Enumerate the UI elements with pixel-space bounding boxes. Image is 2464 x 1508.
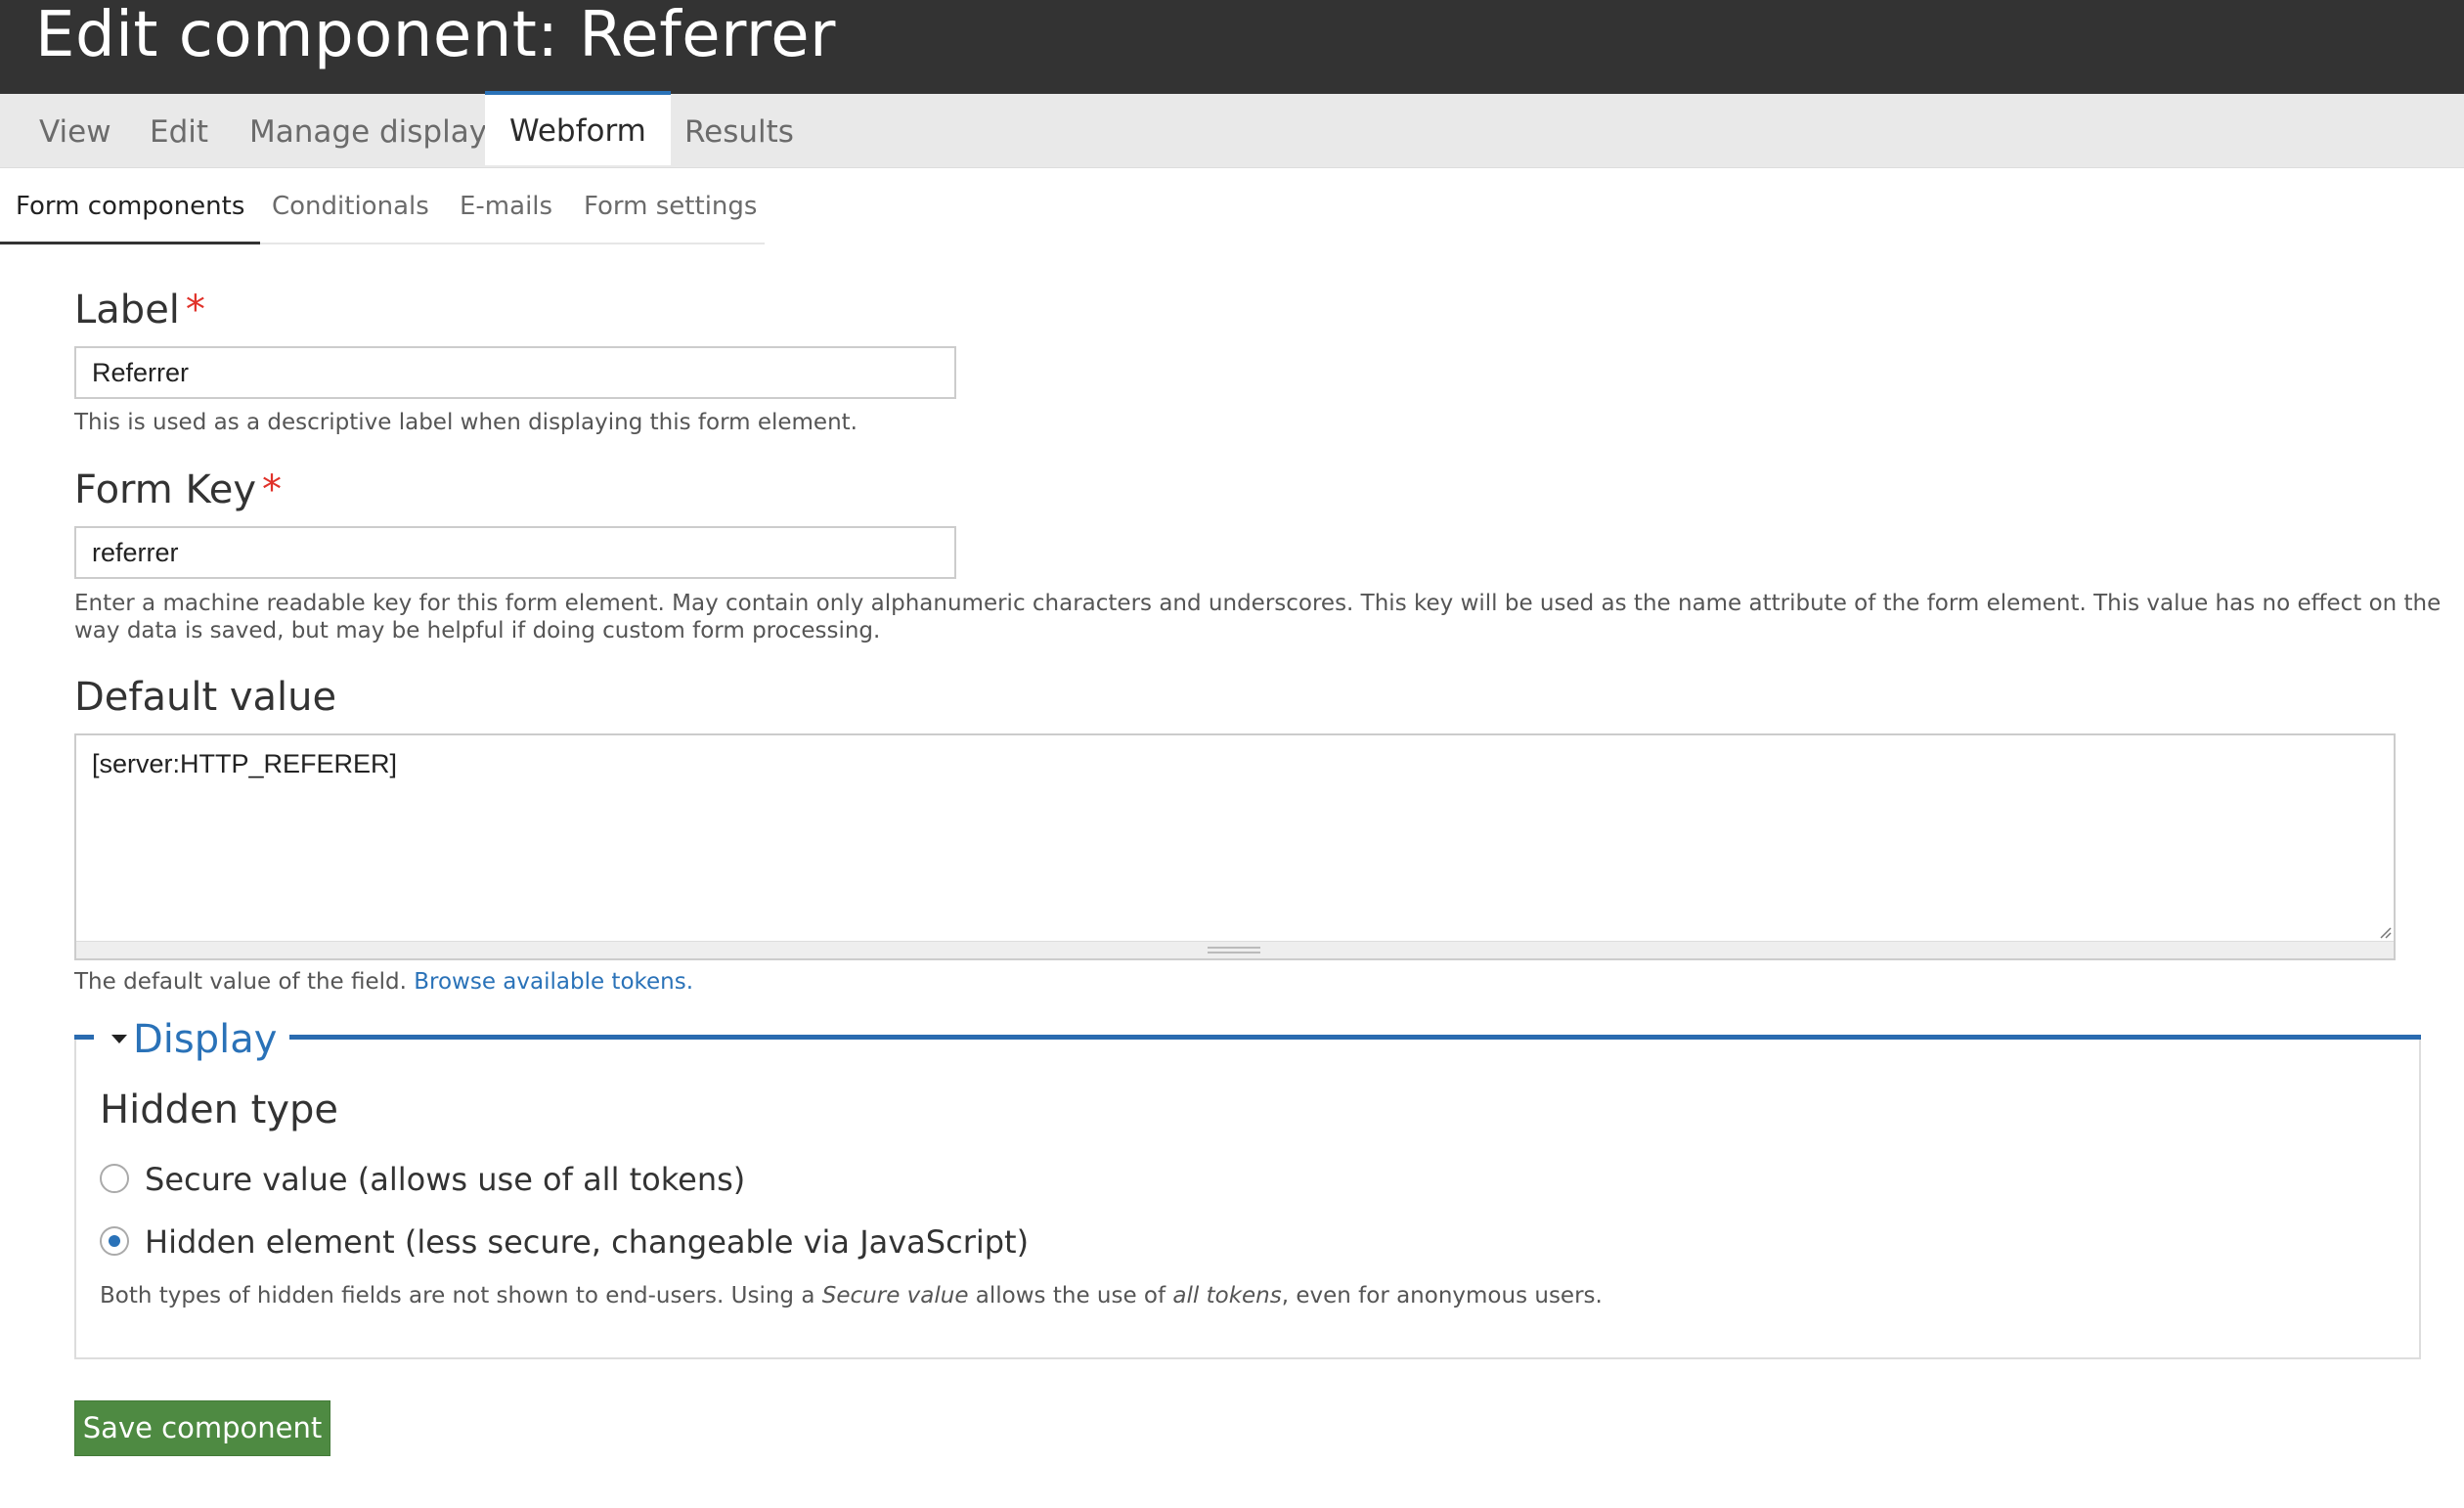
- label-field-label-text: Label: [74, 288, 180, 333]
- secondary-tabs: Form components Conditionals E-mails For…: [0, 168, 765, 244]
- hidden-type-description-em2: all tokens: [1172, 1283, 1282, 1308]
- form-key-field-label-text: Form Key: [74, 467, 256, 512]
- label-input[interactable]: [74, 346, 956, 399]
- resize-corner-icon[interactable]: [2378, 925, 2392, 939]
- radio-button[interactable]: [100, 1164, 129, 1193]
- hidden-type-description-em1: Secure value: [821, 1283, 969, 1308]
- fieldset-top-border-left: [74, 1035, 94, 1040]
- radio-button[interactable]: [100, 1226, 129, 1256]
- tab-e-mails[interactable]: E-mails: [460, 168, 552, 243]
- form-key-description: Enter a machine readable key for this fo…: [74, 590, 2441, 644]
- required-marker: *: [262, 467, 282, 512]
- grippie-handle-icon: [1208, 947, 1260, 954]
- hidden-type-description: Both types of hidden fields are not show…: [100, 1282, 1603, 1309]
- tab-results[interactable]: Results: [684, 94, 794, 167]
- tab-manage-display[interactable]: Manage display: [249, 94, 487, 167]
- hidden-type-description-part1: Both types of hidden fields are not show…: [100, 1283, 815, 1308]
- fieldset-top-border-right: [289, 1035, 2421, 1040]
- default-value-label: Default value: [74, 675, 337, 720]
- form-key-field-label: Form Key *: [74, 466, 282, 514]
- default-value-description-text: The default value of the field.: [74, 969, 407, 995]
- radio-label: Hidden element (less secure, changeable …: [145, 1223, 1030, 1261]
- save-component-button[interactable]: Save component: [74, 1400, 330, 1456]
- hidden-type-description-part2: allows the use of: [975, 1283, 1166, 1308]
- display-fieldset-toggle[interactable]: Display: [111, 1015, 277, 1064]
- tab-conditionals[interactable]: Conditionals: [272, 168, 429, 243]
- page-header: Edit component: Referrer: [0, 0, 2464, 94]
- tab-form-components[interactable]: Form components: [0, 168, 261, 244]
- required-marker: *: [185, 288, 205, 333]
- page-title: Edit component: Referrer: [35, 0, 836, 71]
- radio-label: Secure value (allows use of all tokens): [145, 1161, 746, 1198]
- primary-tabs: View Edit Manage display Webform Results: [0, 91, 2464, 168]
- tab-view[interactable]: View: [39, 94, 111, 167]
- browse-tokens-link[interactable]: Browse available tokens.: [414, 969, 693, 995]
- textarea-resize-grippie[interactable]: [76, 941, 2394, 958]
- tab-form-settings[interactable]: Form settings: [584, 168, 757, 243]
- default-value-textarea-wrapper: [74, 733, 2396, 960]
- label-description: This is used as a descriptive label when…: [74, 410, 858, 435]
- form-key-description-line2: way data is saved, but may be helpful if…: [74, 618, 881, 643]
- form-key-description-line1: Enter a machine readable key for this fo…: [74, 591, 2442, 616]
- tab-edit[interactable]: Edit: [150, 94, 208, 167]
- default-value-description: The default value of the field. Browse a…: [74, 968, 693, 996]
- caret-down-icon: [111, 1034, 127, 1043]
- default-value-textarea[interactable]: [76, 735, 2394, 941]
- form-key-input[interactable]: [74, 526, 956, 579]
- tab-webform[interactable]: Webform: [485, 91, 671, 165]
- display-fieldset-legend: Display: [133, 1017, 278, 1062]
- hidden-type-label: Hidden type: [100, 1087, 339, 1132]
- label-field-label: Label *: [74, 286, 205, 334]
- hidden-type-description-part3: , even for anonymous users.: [1281, 1283, 1603, 1308]
